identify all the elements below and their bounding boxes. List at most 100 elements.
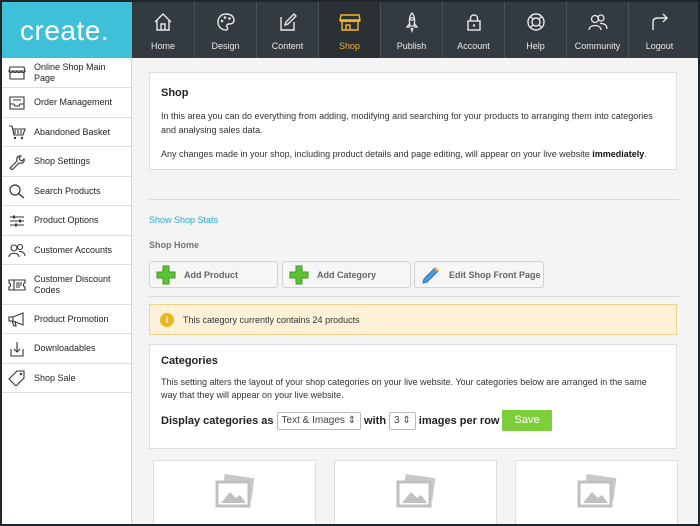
show-shop-stats-link[interactable]: Show Shop Stats	[149, 215, 218, 225]
plus-icon	[156, 265, 176, 284]
intro-notice: Any changes made in your shop, including…	[161, 149, 647, 159]
nav-shop[interactable]: Shop	[318, 2, 380, 58]
sidebar-item-label: Product Options	[34, 215, 99, 225]
sliders-icon	[10, 215, 24, 226]
sidebar-item-label: Order Management	[34, 97, 113, 107]
sidebar-item-shop-sale[interactable]: Shop Sale	[2, 364, 131, 393]
rocket-icon	[405, 12, 418, 33]
divider	[149, 199, 679, 200]
nav-shop-label: Shop	[338, 41, 361, 51]
palette-icon	[216, 13, 235, 31]
pencil-icon	[422, 266, 439, 284]
sidebar-item-label: Abandoned Basket	[34, 126, 111, 137]
ticket-icon	[8, 278, 26, 291]
app-window: create. Home Design Content Shop Publish…	[2, 2, 698, 524]
nav-account-label: Account	[457, 41, 490, 51]
per-row-label: images per row	[418, 414, 500, 427]
sidebar-item-orders[interactable]: Order Management	[2, 88, 131, 118]
shop-intro-panel: Shop In this area you can do everything …	[149, 72, 677, 170]
tag-icon	[8, 370, 25, 386]
basket-icon	[9, 125, 26, 140]
sidebar-item-search-products[interactable]: Search Products	[2, 177, 131, 206]
sidebar: Online Shop Main Page Order Management A…	[2, 58, 132, 524]
select-arrows-icon: ⇕	[402, 414, 411, 426]
display-settings-row: Display categories as Text & Images ⇕ wi…	[161, 410, 665, 431]
add-product-label: Add Product	[184, 269, 238, 280]
add-category-label: Add Category	[317, 269, 377, 280]
nav-community[interactable]: Community	[566, 2, 628, 58]
categories-panel: Categories This setting alters the layou…	[149, 344, 677, 449]
edit-shop-front-label: Edit Shop Front Page	[449, 269, 541, 280]
intro-text: In this area you can do everything from …	[161, 111, 653, 135]
home-icon	[154, 13, 172, 31]
info-icon: i	[160, 312, 174, 327]
edit-shop-front-button[interactable]: Edit Shop Front Page	[414, 261, 544, 288]
category-card[interactable]	[153, 460, 316, 524]
shop-icon	[338, 14, 361, 31]
top-navigation: Home Design Content Shop Publish Account…	[132, 2, 698, 58]
nav-design[interactable]: Design	[194, 2, 256, 58]
nav-help[interactable]: Help	[504, 2, 566, 58]
display-label: Display categories as	[161, 414, 274, 427]
categories-title: Categories	[161, 355, 218, 367]
community-icon	[587, 14, 608, 31]
users-icon	[8, 243, 26, 258]
nav-community-label: Community	[574, 41, 621, 51]
sidebar-item-label: Shop Settings	[34, 156, 91, 166]
nav-home[interactable]: Home	[132, 2, 194, 58]
nav-home-label: Home	[150, 41, 175, 51]
shop-icon	[8, 65, 26, 80]
add-product-button[interactable]: Add Product	[149, 261, 278, 288]
sidebar-item-label: Shop Sale	[34, 372, 76, 383]
sidebar-item-product-promotion[interactable]: Product Promotion	[2, 305, 131, 334]
sidebar-item-abandoned-basket[interactable]: Abandoned Basket	[2, 118, 131, 147]
search-icon	[9, 184, 25, 199]
with-label: with	[364, 414, 387, 427]
sidebar-item-downloadables[interactable]: Downloadables	[2, 334, 131, 364]
nav-content-label: Content	[271, 41, 304, 51]
sidebar-item-label: Online Shop Main Page	[34, 61, 106, 83]
lifebuoy-icon	[526, 13, 545, 31]
nav-publish-label: Publish	[396, 41, 427, 51]
nav-content[interactable]: Content	[256, 2, 318, 58]
page-title: Shop	[161, 87, 189, 99]
nav-account[interactable]: Account	[442, 2, 504, 58]
nav-help-label: Help	[526, 41, 545, 51]
divider	[149, 296, 679, 297]
image-placeholder-icon	[577, 474, 617, 508]
lock-icon	[466, 14, 481, 31]
sidebar-item-label: Search Products	[34, 185, 101, 196]
shop-home-heading: Shop Home	[149, 240, 200, 250]
plus-icon	[289, 265, 309, 284]
sidebar-item-label: Downloadables	[34, 343, 96, 353]
category-card[interactable]	[334, 460, 497, 524]
category-card[interactable]	[515, 460, 678, 524]
nav-design-label: Design	[211, 41, 240, 51]
wrench-icon	[9, 154, 25, 170]
save-button[interactable]: Save	[502, 410, 552, 431]
images-per-row-select[interactable]: 3 ⇕	[389, 411, 416, 430]
notice-text: This category currently contains 24 prod…	[183, 314, 360, 325]
edit-icon	[279, 13, 297, 31]
main-content: Shop In this area you can do everything …	[147, 58, 683, 524]
categories-description: This setting alters the layout of your s…	[161, 377, 647, 400]
logout-icon	[651, 13, 668, 30]
sidebar-item-shop-main[interactable]: Online Shop Main Page	[2, 58, 131, 88]
download-icon	[10, 341, 24, 357]
sidebar-item-discount-codes[interactable]: Customer Discount Codes	[2, 265, 131, 305]
display-mode-select[interactable]: Text & Images ⇕	[276, 411, 362, 430]
image-placeholder-icon	[215, 474, 255, 508]
select-arrows-icon: ⇕	[347, 414, 357, 426]
add-category-button[interactable]: Add Category	[282, 261, 411, 288]
megaphone-icon	[8, 312, 24, 327]
image-placeholder-icon	[396, 474, 436, 508]
sidebar-item-label: Product Promotion	[34, 313, 109, 324]
logo[interactable]: create.	[2, 2, 132, 58]
sidebar-item-shop-settings[interactable]: Shop Settings	[2, 147, 131, 177]
sidebar-item-product-options[interactable]: Product Options	[2, 206, 131, 236]
category-notice: i This category currently contains 24 pr…	[149, 304, 677, 335]
inbox-icon	[9, 95, 25, 110]
nav-publish[interactable]: Publish	[380, 2, 442, 58]
sidebar-item-customer-accounts[interactable]: Customer Accounts	[2, 236, 131, 265]
nav-logout[interactable]: Logout	[628, 2, 690, 58]
